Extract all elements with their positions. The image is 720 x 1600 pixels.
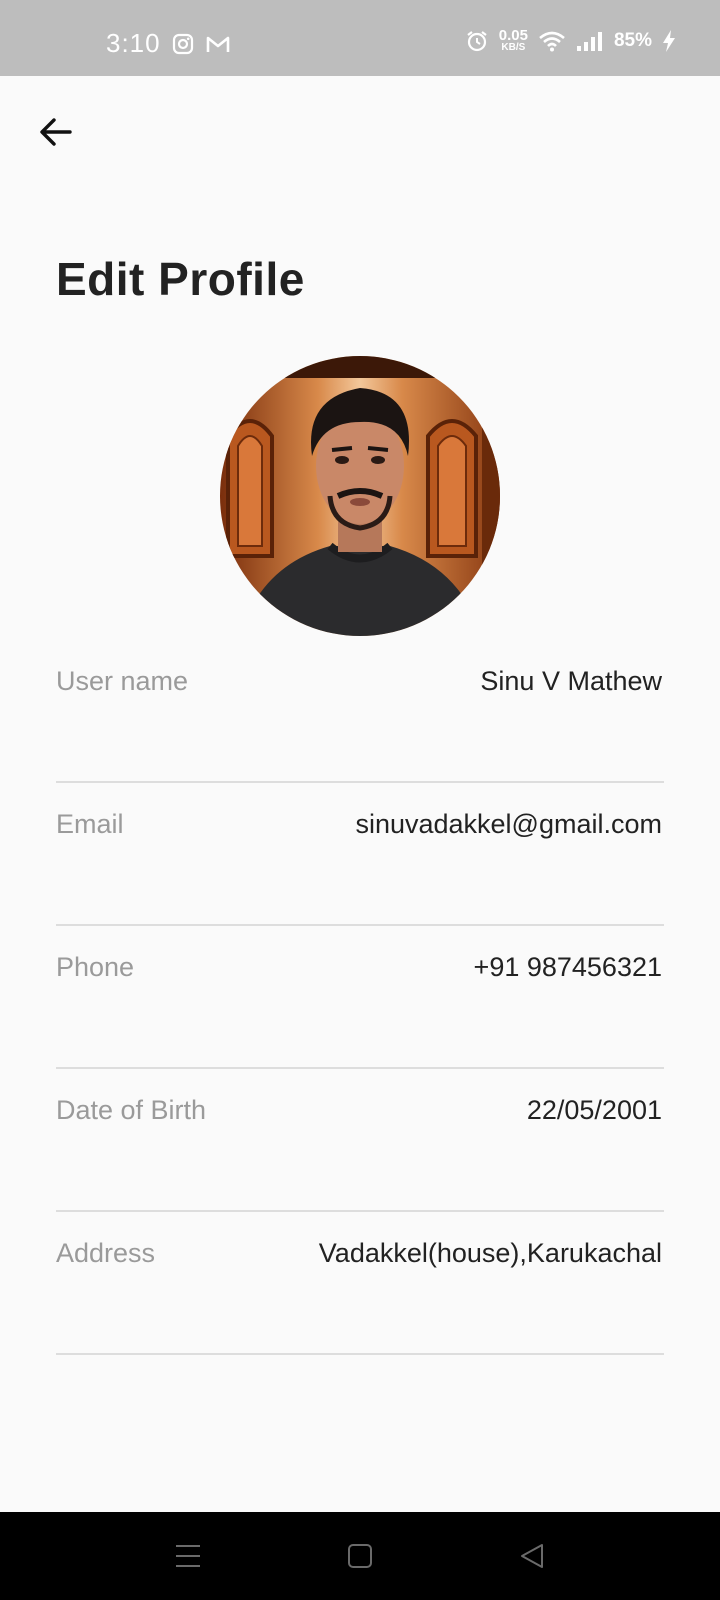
field-row-email[interactable]: Email sinuvadakkel@gmail.com <box>56 783 664 926</box>
field-label: Date of Birth <box>56 1095 207 1125</box>
net-speed-value: 0.05 <box>498 27 528 44</box>
gmail-icon <box>206 36 230 52</box>
field-value[interactable]: Vadakkel(house),Karukachal <box>319 1238 662 1269</box>
signal-icon <box>576 31 602 51</box>
arrow-left-icon <box>40 118 72 146</box>
profile-photo <box>220 356 500 636</box>
field-row-address[interactable]: Address Vadakkel(house),Karukachal <box>56 1212 664 1355</box>
network-speed: 0.05 KB/S <box>499 28 528 53</box>
page-title: Edit Profile <box>56 253 305 305</box>
field-value[interactable]: Sinu V Mathew <box>480 666 662 697</box>
system-status: 0.05 KB/S 85% <box>465 28 676 53</box>
menu-icon <box>176 1545 200 1567</box>
field-label: User name <box>56 666 189 696</box>
battery-level: 85% <box>613 29 652 51</box>
back-button[interactable] <box>36 112 76 152</box>
field-value[interactable]: sinuvadakkel@gmail.com <box>355 809 662 840</box>
field-label: Address <box>56 1238 156 1268</box>
status-bar: 3:10 0.05 KB/S 85% <box>0 0 720 76</box>
field-row-username[interactable]: User name Sinu V Mathew <box>56 640 664 783</box>
field-row-phone[interactable]: Phone +91 987456321 <box>56 926 664 1069</box>
home-icon <box>348 1544 372 1568</box>
status-time: 3:10 <box>106 28 161 58</box>
field-label: Email <box>56 809 124 839</box>
notification-icons <box>172 33 230 55</box>
system-back-button[interactable] <box>516 1540 548 1572</box>
wifi-icon <box>539 31 565 51</box>
navigation-bar <box>0 1512 720 1600</box>
field-value[interactable]: 22/05/2001 <box>527 1095 662 1126</box>
alarm-icon <box>467 30 487 51</box>
instagram-icon <box>172 33 194 55</box>
profile-avatar[interactable] <box>220 356 500 636</box>
field-row-date-of-birth[interactable]: Date of Birth 22/05/2001 <box>56 1069 664 1212</box>
field-value[interactable]: +91 987456321 <box>474 952 662 983</box>
net-speed-unit: KB/S <box>501 42 526 53</box>
field-label: Phone <box>56 952 135 982</box>
back-icon <box>521 1544 543 1568</box>
recent-apps-button[interactable] <box>172 1540 204 1572</box>
charging-icon <box>663 29 675 52</box>
home-button[interactable] <box>344 1540 376 1572</box>
